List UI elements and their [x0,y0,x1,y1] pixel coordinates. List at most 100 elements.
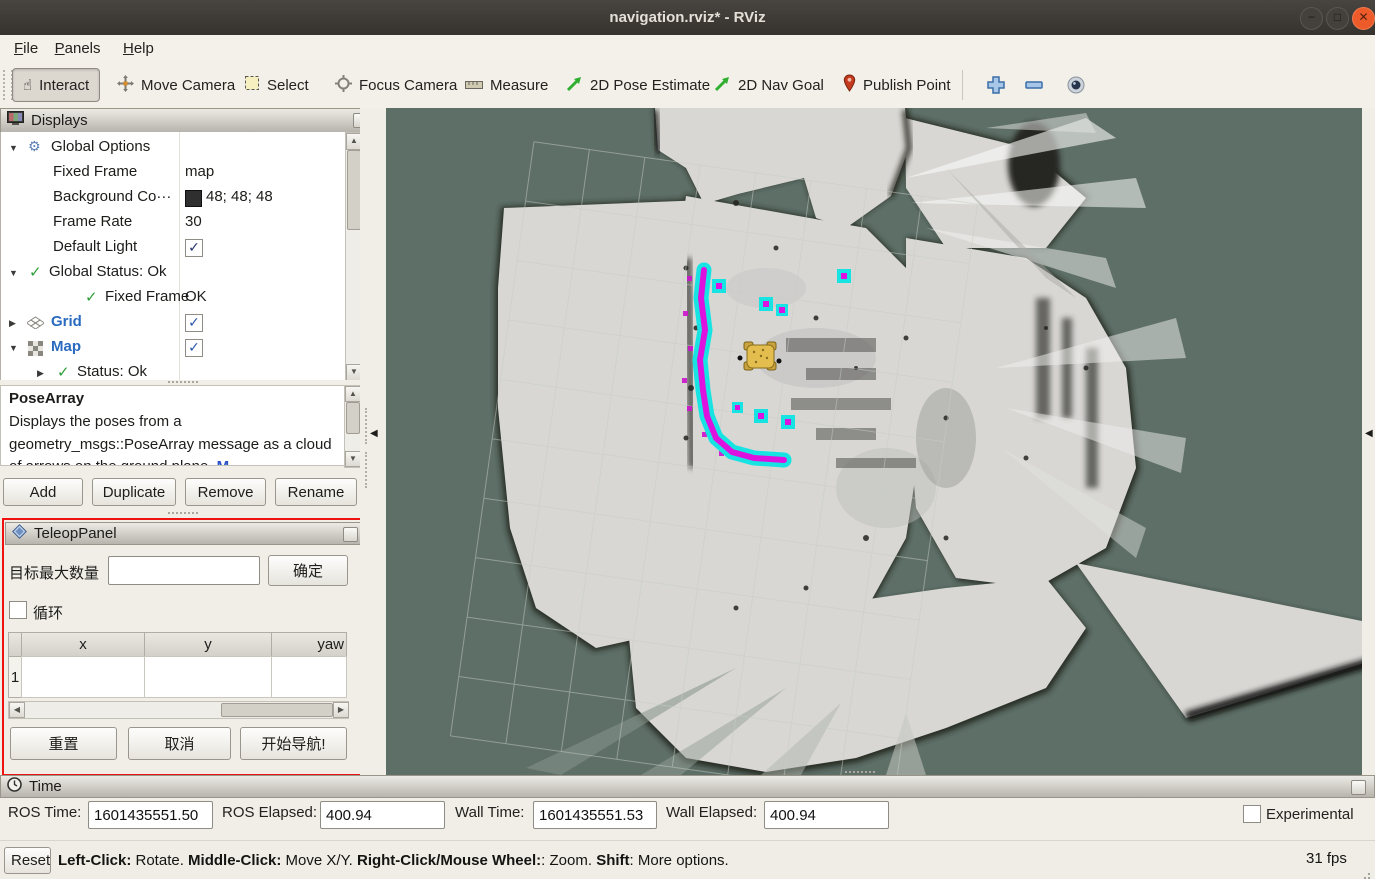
window-titlebar[interactable]: navigation.rviz* - RViz − □ ✕ [0,0,1375,36]
tree-row-fixed-frame[interactable]: Fixed Frame map [1,161,345,186]
3d-viewport[interactable] [386,108,1362,775]
expander-icon[interactable]: ▼ [9,143,18,153]
tree-row-global-options[interactable]: ▼ ⚙ Global Options [1,136,345,161]
collapse-right-arrow-icon[interactable]: ◀ [1365,428,1373,439]
help-text: Left-Click: Rotate. Middle-Click: Move X… [58,852,729,870]
scroll-right-button[interactable]: ▶ [333,702,349,718]
publish-point-tool[interactable]: Publish Point [843,62,951,108]
corner-header [8,632,22,657]
minimize-button[interactable]: − [1300,7,1323,30]
interact-tool-button[interactable]: ☝ Interact [12,68,100,102]
teleop-panel-header[interactable]: TeleopPanel [5,522,364,545]
duplicate-button[interactable]: Duplicate [92,478,176,506]
resize-grip[interactable] [1368,873,1370,875]
expander-icon[interactable]: ▼ [9,343,18,353]
tree-row-grid[interactable]: ▶ Grid ✓ [1,311,345,336]
displays-tree[interactable]: ▼ ⚙ Global Options Fixed Frame map Backg… [0,132,361,380]
scrollbar-thumb[interactable] [221,703,333,717]
more-link[interactable]: M [217,458,230,466]
ros-elapsed-input[interactable] [320,801,445,829]
move-camera-tool[interactable]: Move Camera [117,62,235,108]
check-icon: ✓ [85,288,98,306]
remove-button[interactable]: Remove [185,478,266,506]
close-button[interactable]: ✕ [1352,7,1375,30]
tree-row-fixed-frame-status[interactable]: ✓ Fixed Frame OK [1,286,345,311]
menu-file[interactable]: File [8,38,44,59]
select-tool[interactable]: Select [244,62,309,108]
expander-icon[interactable]: ▶ [9,318,16,329]
menu-panels[interactable]: Panels [49,38,107,59]
tree-row-background-color[interactable]: Background Co··· 48; 48; 48 [1,186,345,211]
scrollbar-thumb[interactable] [347,150,361,230]
toolbar: ☝ Interact Move Camera Select Focus Came… [0,62,1375,109]
description-panel: PoseArray Displays the poses from a geom… [0,385,360,466]
wall-elapsed-input[interactable] [764,801,889,829]
scroll-left-button[interactable]: ◀ [9,702,25,718]
green-arrow-icon [566,75,583,96]
cancel-button[interactable]: 取消 [128,727,231,760]
description-line: geometry_msgs::PoseArray message as a cl… [9,436,332,453]
left-dock-splitter[interactable]: ◀ [360,108,386,775]
cell-x[interactable] [21,656,145,698]
reset-button[interactable]: Reset [4,847,51,874]
scroll-up-button[interactable]: ▲ [345,386,361,402]
add-button[interactable]: Add [3,478,83,506]
scroll-down-button[interactable]: ▼ [346,364,361,380]
goals-table[interactable]: x y yaw 1 [8,632,347,698]
reset-goals-button[interactable]: 重置 [10,727,117,760]
toolbar-separator [962,70,963,100]
cell-yaw[interactable] [271,656,347,698]
collapse-left-arrow-icon[interactable]: ◀ [370,428,378,439]
confirm-button[interactable]: 确定 [268,555,348,586]
float-panel-button[interactable] [1351,780,1366,795]
experimental-checkbox[interactable] [1243,805,1261,823]
hand-pointer-icon: ☝ [23,76,32,94]
wall-time-input[interactable] [533,801,657,829]
panel-splitter[interactable] [168,512,198,517]
loop-checkbox[interactable] [9,601,27,619]
max-goals-input[interactable] [108,556,260,585]
tree-row-map[interactable]: ▼ Map ✓ [1,336,345,361]
float-panel-button[interactable] [343,527,358,542]
focus-camera-tool[interactable]: Focus Camera [335,62,457,108]
column-header-y[interactable]: y [144,632,272,657]
tree-scrollbar[interactable]: ▲ ▼ [345,132,361,380]
scrollbar-thumb[interactable] [346,402,360,434]
grid-checkbox[interactable]: ✓ [185,314,203,332]
view-controller-button[interactable] [1066,75,1086,100]
rename-button[interactable]: Rename [275,478,357,506]
wall-time-label: Wall Time: [455,804,524,821]
nav-goal-tool[interactable]: 2D Nav Goal [714,62,824,108]
tree-row-map-status[interactable]: ▶ ✓ Status: Ok [1,361,345,380]
gear-icon: ⚙ [28,138,41,155]
pose-estimate-tool[interactable]: 2D Pose Estimate [566,62,710,108]
right-dock-splitter[interactable]: ◀ [1362,108,1375,775]
menu-help[interactable]: Help [117,38,160,59]
cell-y[interactable] [144,656,272,698]
scroll-down-button[interactable]: ▼ [345,451,361,467]
fps-counter: 31 fps [1306,850,1347,867]
expander-icon[interactable]: ▶ [37,368,44,379]
description-line: Displays the poses from a [9,413,182,430]
scroll-up-button[interactable]: ▲ [346,133,361,150]
tree-row-global-status[interactable]: ▼ ✓ Global Status: Ok [1,261,345,286]
start-navigation-button[interactable]: 开始导航! [240,727,347,760]
displays-panel-header[interactable]: Displays [0,108,374,133]
measure-tool[interactable]: Measure [465,62,548,108]
map-checkbox[interactable]: ✓ [185,339,203,357]
column-header-yaw[interactable]: yaw [271,632,347,657]
zoom-in-button[interactable] [986,75,1006,100]
default-light-checkbox[interactable]: ✓ [185,239,203,257]
column-header-x[interactable]: x [21,632,145,657]
time-panel-header[interactable]: Time [0,775,1375,798]
tree-row-default-light[interactable]: Default Light ✓ [1,236,345,261]
tree-row-frame-rate[interactable]: Frame Rate 30 [1,211,345,236]
row-header[interactable]: 1 [8,656,22,698]
table-hscrollbar[interactable]: ◀ ▶ [8,701,349,719]
eye-icon [1066,82,1086,99]
zoom-out-button[interactable] [1024,78,1044,96]
color-swatch[interactable] [185,190,202,207]
maximize-button[interactable]: □ [1326,7,1349,30]
expander-icon[interactable]: ▼ [9,268,18,278]
ros-time-input[interactable] [88,801,213,829]
